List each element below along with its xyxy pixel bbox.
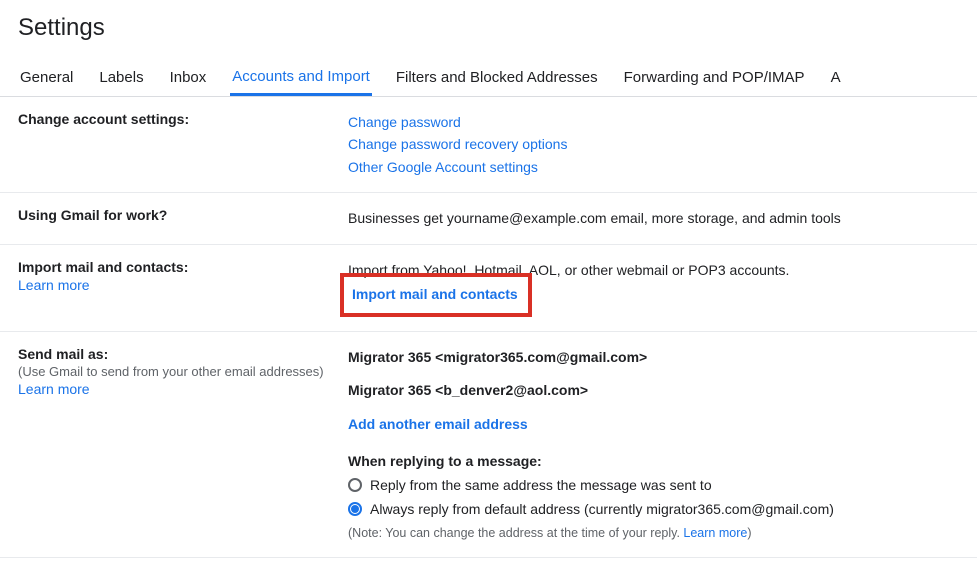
section-change-account-settings: Change account settings: Change password… xyxy=(0,97,977,193)
section-import-mail-contacts: Import mail and contacts: Learn more Imp… xyxy=(0,245,977,333)
send-mail-as-label: Send mail as: xyxy=(18,346,348,362)
reply-same-address-label: Reply from the same address the message … xyxy=(370,474,712,496)
reply-default-address-radio[interactable] xyxy=(348,502,362,516)
section-using-gmail-for-work: Using Gmail for work? Businesses get you… xyxy=(0,193,977,244)
import-mail-contacts-label: Import mail and contacts: xyxy=(18,259,348,275)
import-highlight-box: Import mail and contacts xyxy=(340,273,532,317)
reply-same-address-radio[interactable] xyxy=(348,478,362,492)
tab-inbox[interactable]: Inbox xyxy=(168,57,209,96)
tab-general[interactable]: General xyxy=(18,57,75,96)
import-mail-and-contacts-link[interactable]: Import mail and contacts xyxy=(352,286,518,302)
reply-default-address-label: Always reply from default address (curre… xyxy=(370,498,834,520)
other-google-settings-link[interactable]: Other Google Account settings xyxy=(348,159,538,175)
change-recovery-link[interactable]: Change password recovery options xyxy=(348,136,567,152)
import-learn-more-link[interactable]: Learn more xyxy=(18,277,90,293)
tab-labels[interactable]: Labels xyxy=(97,57,145,96)
using-gmail-for-work-text: Businesses get yourname@example.com emai… xyxy=(348,210,841,226)
tab-forwarding[interactable]: Forwarding and POP/IMAP xyxy=(622,57,807,96)
change-password-link[interactable]: Change password xyxy=(348,114,461,130)
tab-accounts-and-import[interactable]: Accounts and Import xyxy=(230,56,372,96)
tab-addons-cut[interactable]: A xyxy=(829,57,843,96)
page-title: Settings xyxy=(0,0,977,56)
reply-note: (Note: You can change the address at the… xyxy=(348,523,977,543)
tabs-bar: General Labels Inbox Accounts and Import… xyxy=(0,56,977,97)
send-as-address-2: Migrator 365 <b_denver2@aol.com> xyxy=(348,379,977,401)
send-as-address-1: Migrator 365 <migrator365.com@gmail.com> xyxy=(348,346,977,368)
send-mail-as-learn-more-link[interactable]: Learn more xyxy=(18,381,90,397)
tab-filters[interactable]: Filters and Blocked Addresses xyxy=(394,57,600,96)
using-gmail-for-work-label: Using Gmail for work? xyxy=(18,207,348,223)
send-mail-as-sublabel: (Use Gmail to send from your other email… xyxy=(18,364,348,379)
change-account-settings-label: Change account settings: xyxy=(18,111,348,127)
add-another-email-link[interactable]: Add another email address xyxy=(348,416,528,432)
reply-note-suffix: ) xyxy=(747,526,751,540)
reply-note-prefix: (Note: You can change the address at the… xyxy=(348,526,683,540)
section-send-mail-as: Send mail as: (Use Gmail to send from yo… xyxy=(0,332,977,557)
reply-note-learn-more-link[interactable]: Learn more xyxy=(683,526,747,540)
reply-heading: When replying to a message: xyxy=(348,450,977,472)
